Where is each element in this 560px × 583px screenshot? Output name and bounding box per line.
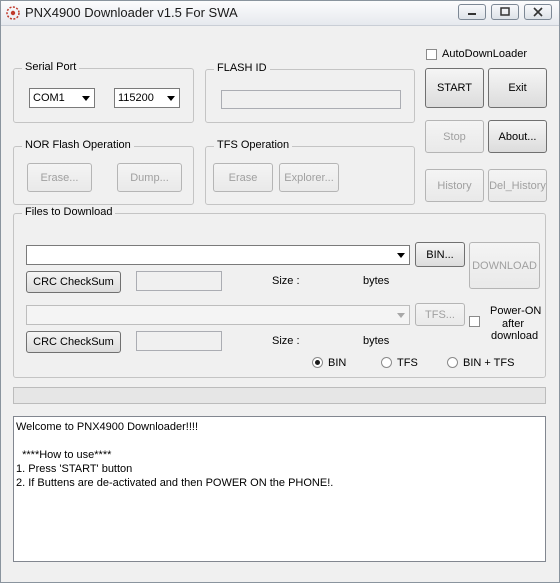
chevron-down-icon bbox=[78, 90, 93, 106]
serial-port-legend: Serial Port bbox=[22, 61, 80, 73]
power-on-checkbox[interactable] bbox=[469, 316, 480, 327]
crc-checksum-button-bin[interactable]: CRC CheckSum bbox=[26, 271, 121, 293]
radio-tfs-label: TFS bbox=[397, 357, 418, 369]
power-on-label-line3: download bbox=[491, 330, 539, 342]
log-line: 2. If Buttens are de-activated and then … bbox=[16, 477, 334, 489]
baud-rate-select[interactable]: 115200 bbox=[114, 88, 180, 108]
maximize-icon bbox=[500, 7, 510, 16]
log-line: Welcome to PNX4900 Downloader!!!! bbox=[16, 421, 198, 433]
window-title: PNX4900 Downloader v1.5 For SWA bbox=[25, 5, 238, 20]
chevron-down-icon bbox=[163, 90, 178, 106]
files-to-download-group: Files to Download bbox=[13, 206, 546, 378]
download-button[interactable]: DOWNLOAD bbox=[469, 242, 540, 289]
minimize-button[interactable] bbox=[458, 4, 486, 20]
files-to-download-legend: Files to Download bbox=[22, 206, 116, 218]
chevron-down-icon bbox=[393, 247, 408, 263]
tfs-explorer-button[interactable]: Explorer... bbox=[279, 163, 339, 192]
power-on-label-line2: after bbox=[502, 318, 525, 330]
title-bar[interactable]: PNX4900 Downloader v1.5 For SWA bbox=[1, 1, 559, 26]
exit-button[interactable]: Exit bbox=[488, 68, 547, 108]
auto-download-label: AutoDownLoader bbox=[442, 48, 528, 60]
flash-id-legend: FLASH ID bbox=[214, 62, 270, 74]
chevron-down-icon bbox=[393, 307, 408, 323]
close-icon bbox=[533, 7, 543, 17]
crc-value-field-tfs bbox=[136, 331, 222, 351]
nor-flash-legend: NOR Flash Operation bbox=[22, 139, 134, 151]
size-label-tfs: Size : bbox=[272, 335, 300, 347]
tfs-erase-button[interactable]: Erase bbox=[213, 163, 273, 192]
start-button[interactable]: START bbox=[425, 68, 484, 108]
history-button[interactable]: History bbox=[425, 169, 484, 202]
tfs-browse-button[interactable]: TFS... bbox=[415, 303, 465, 326]
com-port-select[interactable]: COM1 bbox=[29, 88, 95, 108]
bytes-label-bin: bytes bbox=[363, 275, 390, 287]
downloader-window: PNX4900 Downloader v1.5 For SWA Serial P… bbox=[0, 0, 560, 583]
log-output[interactable]: Welcome to PNX4900 Downloader!!!! ****Ho… bbox=[13, 416, 546, 562]
minimize-icon bbox=[468, 13, 476, 15]
log-line: 1. Press 'START' button bbox=[16, 463, 133, 475]
bin-browse-button[interactable]: BIN... bbox=[415, 242, 465, 267]
nor-erase-button[interactable]: Erase... bbox=[27, 163, 92, 192]
bin-file-select[interactable] bbox=[26, 245, 410, 265]
flash-id-field bbox=[221, 90, 401, 109]
tfs-operation-legend: TFS Operation bbox=[214, 139, 293, 151]
about-button[interactable]: About... bbox=[488, 120, 547, 153]
app-icon bbox=[6, 6, 20, 20]
radio-bin-label: BIN bbox=[328, 357, 347, 369]
radio-bin[interactable] bbox=[312, 357, 323, 368]
maximize-button[interactable] bbox=[491, 4, 519, 20]
radio-bin-tfs-label: BIN + TFS bbox=[463, 357, 515, 369]
crc-checksum-button-tfs[interactable]: CRC CheckSum bbox=[26, 331, 121, 353]
crc-value-field-bin bbox=[136, 271, 222, 291]
download-progress-bar bbox=[13, 387, 546, 404]
size-label-bin: Size : bbox=[272, 275, 300, 287]
del-history-button[interactable]: Del_History bbox=[488, 169, 547, 202]
close-button[interactable] bbox=[524, 4, 552, 20]
radio-selected-dot bbox=[315, 360, 320, 365]
nor-dump-button[interactable]: Dump... bbox=[117, 163, 182, 192]
auto-download-checkbox[interactable] bbox=[426, 49, 437, 60]
radio-bin-tfs[interactable] bbox=[447, 357, 458, 368]
bytes-label-tfs: bytes bbox=[363, 335, 390, 347]
tfs-file-select[interactable] bbox=[26, 305, 410, 325]
stop-button[interactable]: Stop bbox=[425, 120, 484, 153]
power-on-label-line1: Power-ON bbox=[490, 305, 542, 317]
radio-tfs[interactable] bbox=[381, 357, 392, 368]
log-line: ****How to use**** bbox=[16, 449, 112, 461]
